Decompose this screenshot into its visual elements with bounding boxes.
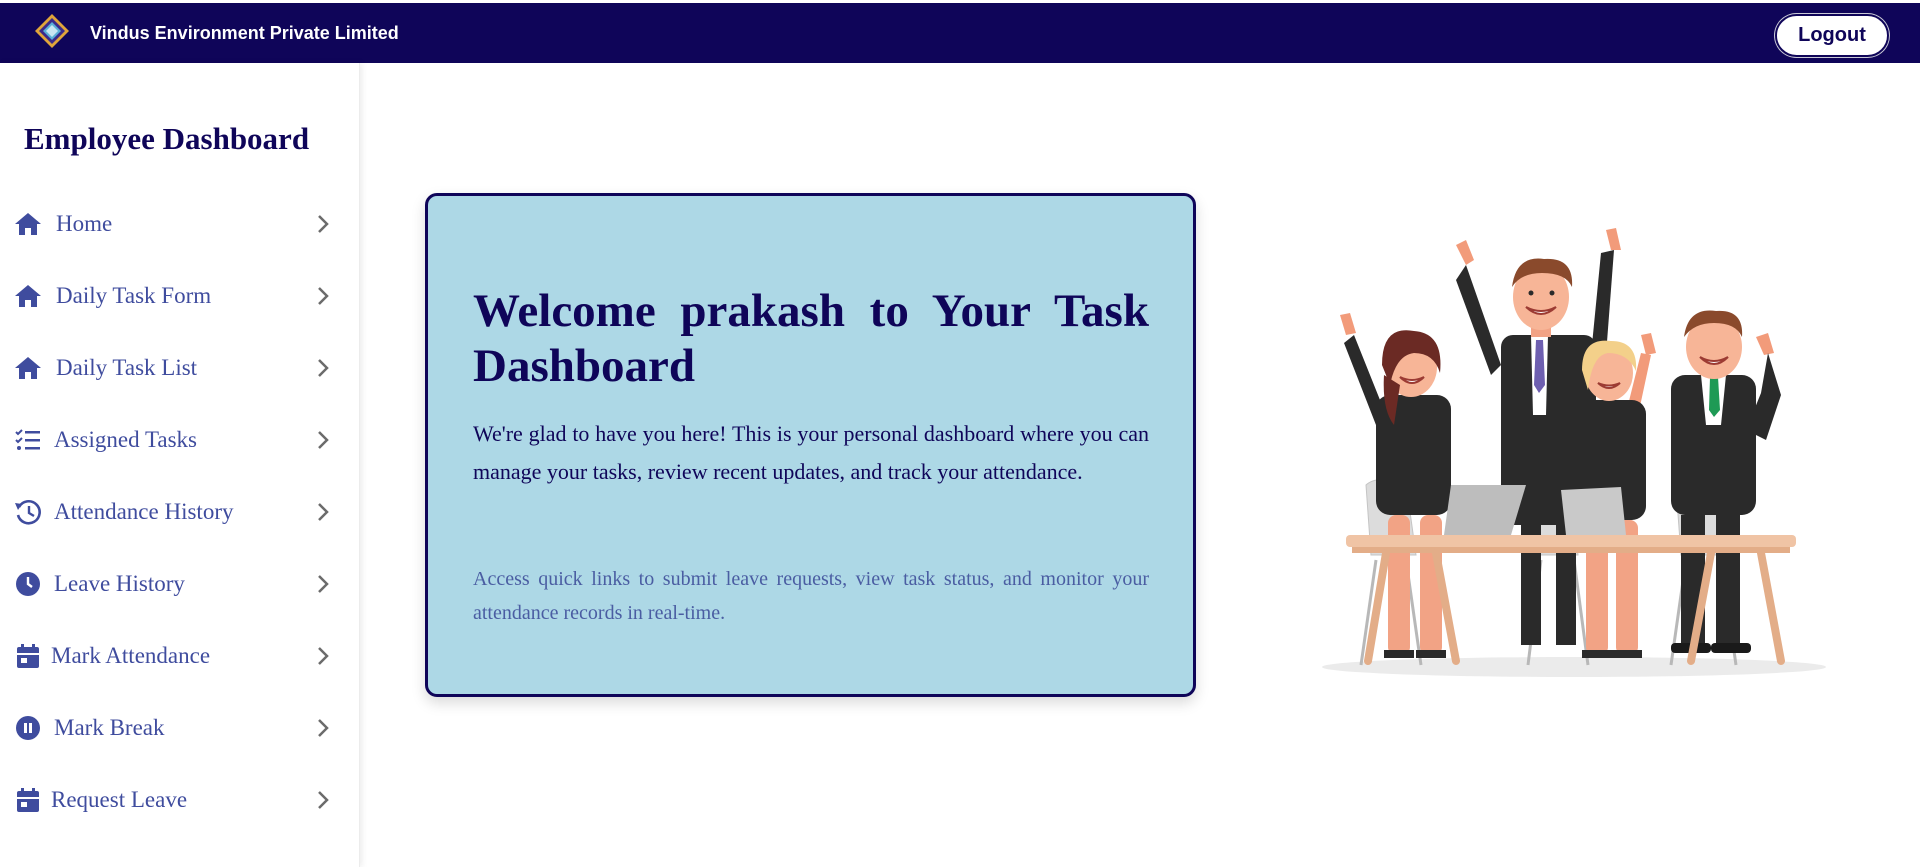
- chevron-right-icon: [312, 213, 334, 235]
- chevron-right-icon: [312, 429, 334, 451]
- home-icon: [14, 354, 42, 382]
- chevron-right-icon: [312, 645, 334, 667]
- sidebar-item-label: Mark Attendance: [51, 643, 211, 668]
- welcome-title: Welcome prakash to Your Task Dashboard: [473, 285, 1149, 392]
- pause-icon: [14, 714, 42, 742]
- sidebar-item-assigned-tasks[interactable]: Assigned Tasks: [0, 404, 360, 476]
- chevron-right-icon: [312, 573, 334, 595]
- home-icon: [14, 282, 42, 310]
- company-name: Vindus Environment Private Limited: [90, 23, 399, 43]
- sidebar-item-daily-task-form[interactable]: Daily Task Form: [0, 260, 360, 332]
- sidebar-item-label: Daily Task List: [56, 355, 198, 380]
- home-icon: [14, 210, 42, 238]
- sidebar: Employee Dashboard Home Daily Task Form: [0, 63, 360, 867]
- sidebar-item-label: Mark Break: [54, 715, 165, 740]
- sidebar-item-label: Leave History: [54, 571, 185, 596]
- sidebar-item-mark-attendance[interactable]: Mark Attendance: [0, 620, 360, 692]
- diamond-logo-icon: [34, 13, 70, 49]
- sidebar-item-mark-break[interactable]: Mark Break: [0, 692, 360, 764]
- checklist-icon: [14, 426, 42, 454]
- sidebar-item-home[interactable]: Home: [0, 188, 360, 260]
- top-navbar: Vindus Environment Private Limited Logou…: [0, 0, 1920, 63]
- welcome-text: We're glad to have you here! This is you…: [473, 421, 1149, 484]
- calendar-icon: [14, 642, 42, 670]
- calendar-icon: [14, 786, 42, 814]
- chevron-right-icon: [312, 789, 334, 811]
- clock-icon: [14, 570, 42, 598]
- celebrating-team-illustration: [1316, 225, 1832, 685]
- history-icon: [14, 498, 42, 526]
- sidebar-item-leave-history[interactable]: Leave History: [0, 548, 360, 620]
- logout-button[interactable]: Logout: [1775, 14, 1889, 57]
- sidebar-item-request-leave[interactable]: Request Leave: [0, 764, 360, 836]
- sidebar-item-label: Home: [56, 211, 113, 236]
- chevron-right-icon: [312, 285, 334, 307]
- sidebar-item-attendance-history[interactable]: Attendance History: [0, 476, 360, 548]
- sidebar-item-label: Attendance History: [54, 499, 234, 524]
- sidebar-item-label: Request Leave: [51, 787, 188, 812]
- chevron-right-icon: [312, 717, 334, 739]
- chevron-right-icon: [312, 501, 334, 523]
- welcome-subtext: Access quick links to submit leave reque…: [473, 568, 1149, 624]
- sidebar-nav: Home Daily Task Form Daily Task List Ass…: [0, 188, 360, 836]
- chevron-right-icon: [312, 357, 334, 379]
- welcome-card: Welcome prakash to Your Task Dashboard W…: [425, 193, 1196, 697]
- sidebar-item-label: Assigned Tasks: [54, 427, 197, 452]
- sidebar-item-daily-task-list[interactable]: Daily Task List: [0, 332, 360, 404]
- sidebar-title: Employee Dashboard: [24, 121, 310, 156]
- sidebar-item-label: Daily Task Form: [56, 283, 212, 308]
